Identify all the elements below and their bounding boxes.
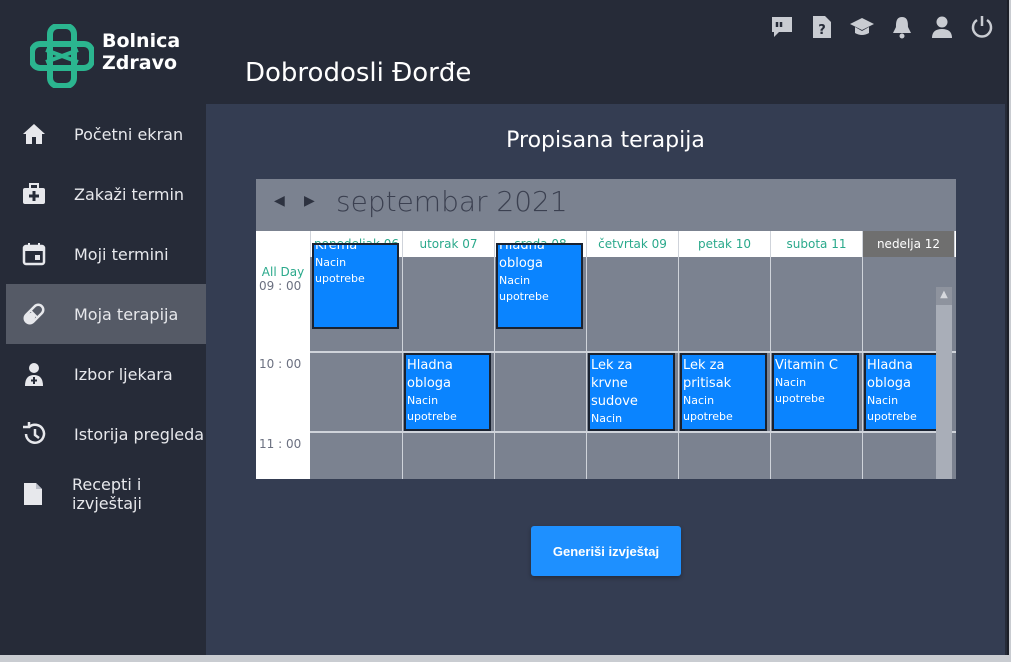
day-header[interactable]: subota 11	[771, 231, 863, 257]
sidebar-item-moji-termini[interactable]: Moji termini	[6, 224, 206, 284]
day-header[interactable]: četvrtak 09	[587, 231, 679, 257]
day-header[interactable]: petak 10	[679, 231, 771, 257]
svg-text:?: ?	[818, 23, 826, 38]
scrollbar-thumb[interactable]	[936, 305, 952, 479]
top-toolbar: ?	[769, 14, 995, 40]
therapy-event[interactable]: Lek za pritisak Nacin upotrebe	[680, 353, 767, 431]
time-label: 10 : 00	[259, 357, 302, 371]
power-icon[interactable]	[969, 14, 995, 40]
history-icon	[20, 420, 48, 448]
user-icon[interactable]	[929, 14, 955, 40]
document-icon	[20, 480, 46, 508]
event-title: Lek za pritisak	[683, 358, 732, 391]
time-label: 09 : 00	[259, 279, 302, 293]
therapy-event[interactable]: Vitamin C Nacin upotrebe	[772, 353, 859, 431]
event-subtitle: Nacin upotrebe	[775, 376, 825, 405]
event-title: Hladna obloga	[499, 243, 545, 271]
therapy-event[interactable]: Hladna obloga Nacin upotrebe	[404, 353, 491, 431]
calendar-scrollbar[interactable]: ▲	[936, 287, 952, 479]
next-week-icon[interactable]: ▶	[304, 193, 315, 209]
main-content: Propisana terapija ◀ ▶ septembar 2021 po…	[206, 104, 1005, 655]
grid-line	[310, 431, 956, 433]
sidebar-item-recepti-i-izvjestaji[interactable]: Recepti i izvještaji	[6, 464, 206, 524]
sidebar-item-label: Početni ekran	[74, 124, 184, 144]
logo: Bolnica Zdravo	[29, 23, 200, 89]
prev-week-icon[interactable]: ◀	[274, 193, 285, 209]
sidebar-item-label: Izbor ljekara	[74, 364, 173, 384]
grid-column-line	[494, 257, 495, 479]
calendar: ◀ ▶ septembar 2021 ponedeljak 06 utorak …	[256, 179, 956, 479]
generate-report-button[interactable]: Generiši izvještaj	[531, 526, 681, 576]
event-subtitle: Nacin upotrebe	[499, 274, 549, 303]
event-title: Lek za krvne sudove	[591, 358, 638, 409]
event-subtitle: Nacin upotrebe	[683, 394, 733, 423]
bell-icon[interactable]	[889, 14, 915, 40]
hospital-logo-icon	[29, 23, 95, 89]
sidebar-item-label: Istorija pregleda	[74, 424, 205, 444]
help-icon[interactable]: ?	[809, 14, 835, 40]
day-header[interactable]: utorak 07	[403, 231, 495, 257]
event-title: Hladna obloga	[407, 358, 453, 391]
sidebar-item-moja-terapija[interactable]: Moja terapija	[6, 284, 206, 344]
time-label: 11 : 00	[259, 437, 302, 451]
sidebar-item-label: Zakaži termin	[74, 184, 185, 204]
sidebar-nav: Početni ekran Zakaži termin Moji termini…	[6, 104, 206, 524]
calendar-grid[interactable]: Krema Nacin upotrebe Hladna obloga Nacin up…	[310, 243, 956, 479]
sidebar-item-label: Moji termini	[74, 244, 169, 264]
time-column: 09 : 00 10 : 00 11 : 00	[256, 279, 310, 479]
sidebar-item-pocetni-ekran[interactable]: Početni ekran	[6, 104, 206, 164]
home-icon	[20, 120, 48, 148]
grid-column-line	[862, 257, 863, 479]
event-subtitle: Nacin upotrebe	[591, 412, 641, 429]
therapy-event[interactable]: Krema Nacin upotrebe	[312, 243, 399, 329]
event-title: Vitamin C	[775, 358, 839, 373]
medical-kit-icon	[20, 180, 48, 208]
sidebar-item-izbor-ljekara[interactable]: Izbor ljekara	[6, 344, 206, 404]
welcome-title: Dobrodosli Đorđe	[245, 58, 472, 88]
therapy-event[interactable]: Hladna obloga Nacin upotrebe	[496, 243, 583, 329]
calendar-month: septembar 2021	[336, 185, 568, 218]
calendar-corner	[256, 231, 311, 257]
education-icon[interactable]	[849, 14, 875, 40]
event-title: Krema	[315, 243, 358, 253]
app-window: Bolnica Zdravo Početni ekran Zakaži term…	[0, 0, 1009, 655]
sidebar-item-label: Recepti i izvještaji	[72, 475, 142, 513]
grid-column-line	[586, 257, 587, 479]
calendar-icon	[20, 240, 48, 268]
app-name: Bolnica Zdravo	[102, 30, 180, 74]
day-header-today[interactable]: nedelja 12	[863, 231, 955, 257]
app-name-line2: Zdravo	[102, 52, 178, 74]
app-name-line1: Bolnica	[102, 30, 181, 52]
event-subtitle: Nacin upotrebe	[407, 394, 457, 423]
grid-column-line	[402, 257, 403, 479]
pill-icon	[20, 300, 48, 328]
scroll-up-icon[interactable]: ▲	[939, 289, 949, 301]
grid-column-line	[770, 257, 771, 479]
feedback-icon[interactable]	[769, 14, 795, 40]
sidebar-item-istorija-pregleda[interactable]: Istorija pregleda	[6, 404, 206, 464]
page-title: Propisana terapija	[506, 128, 705, 153]
calendar-header: ◀ ▶ septembar 2021	[256, 179, 956, 231]
doctor-icon	[20, 360, 48, 388]
sidebar-item-label: Moja terapija	[74, 304, 179, 324]
sidebar: Bolnica Zdravo Početni ekran Zakaži term…	[6, 0, 206, 655]
grid-column-line	[678, 257, 679, 479]
therapy-event[interactable]: Lek za krvne sudove Nacin upotrebe	[588, 353, 675, 431]
event-subtitle: Nacin upotrebe	[315, 256, 365, 285]
sidebar-item-zakazi-termin[interactable]: Zakaži termin	[6, 164, 206, 224]
